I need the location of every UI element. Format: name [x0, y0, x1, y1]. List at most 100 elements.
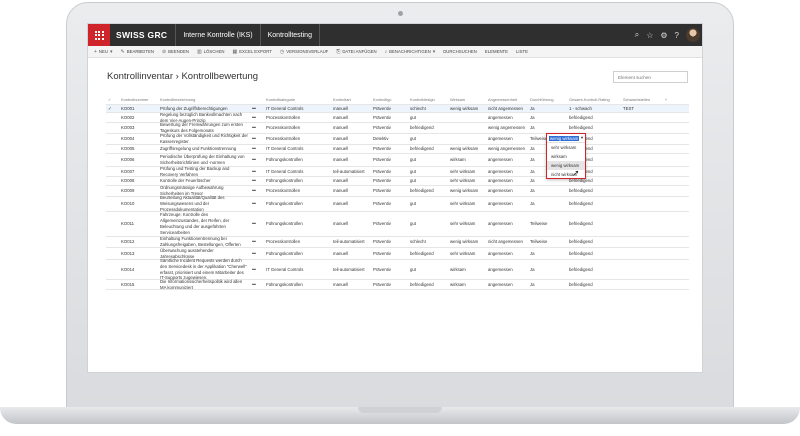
table-cell[interactable]: KO005	[119, 146, 158, 152]
column-header[interactable]: Kontrolltyp	[371, 97, 408, 102]
table-cell[interactable]: TEST	[621, 106, 661, 112]
table-cell[interactable]: gut	[408, 169, 448, 175]
table-cell[interactable]: Sämtliche Incident Requests werden durch…	[158, 258, 250, 281]
row-menu-icon[interactable]: •••	[250, 267, 264, 273]
table-cell[interactable]: schlecht	[408, 239, 448, 245]
column-header[interactable]: Durchführung	[528, 97, 567, 102]
table-cell[interactable]: sehr wirksam	[448, 221, 486, 227]
new-button[interactable]: + NEU ▾	[94, 49, 113, 55]
table-cell[interactable]: Prozesskontrollen	[264, 188, 331, 194]
row-select-checkbox[interactable]: ✓	[106, 106, 119, 112]
table-cell[interactable]: angemessen	[486, 169, 528, 175]
table-cell[interactable]: Beurteilung Aktualität/Qualität des Weis…	[158, 195, 250, 212]
table-cell[interactable]: Ja	[528, 115, 567, 121]
table-cell[interactable]: KO006	[119, 157, 158, 163]
table-cell[interactable]: Präventiv	[371, 251, 408, 257]
table-cell[interactable]: wenig wirksam	[448, 146, 486, 152]
table-cell[interactable]: manuell	[331, 188, 371, 194]
column-header[interactable]: Wirksam	[448, 97, 486, 102]
table-row[interactable]: KO010 Beurteilung Aktualität/Qualität des…	[106, 195, 689, 212]
table-cell[interactable]: Führungskontrollen	[264, 282, 331, 288]
column-header[interactable]: Schwachstellen	[621, 97, 661, 102]
table-cell[interactable]: KO004	[119, 136, 158, 142]
table-cell[interactable]: befriedigend	[567, 251, 621, 257]
table-cell[interactable]: befriedigend	[408, 125, 448, 131]
table-cell[interactable]: Ja	[528, 251, 567, 257]
row-menu-icon[interactable]: •••	[250, 188, 264, 194]
attach-file-button[interactable]: ⎘ DATEI ANFÜGEN	[336, 49, 376, 55]
table-cell[interactable]: befriedigend	[408, 146, 448, 152]
row-menu-icon[interactable]: •••	[250, 239, 264, 245]
table-cell[interactable]: befriedigend	[567, 221, 621, 227]
table-cell[interactable]: sehr wirksam	[448, 178, 486, 184]
chevron-down-icon[interactable]: ▾	[581, 135, 583, 141]
table-cell[interactable]: sehr wirksam	[448, 169, 486, 175]
table-cell[interactable]: Prozesskontrollen	[264, 136, 331, 142]
table-row[interactable]: KO005 Zugriffsregelung und Funktionstrenn…	[106, 145, 689, 154]
table-cell[interactable]: manuell	[331, 251, 371, 257]
table-cell[interactable]: nicht angemessen	[486, 106, 528, 112]
table-cell[interactable]: manuell	[331, 157, 371, 163]
table-cell[interactable]: Präventiv	[371, 106, 408, 112]
table-cell[interactable]: Präventiv	[371, 178, 408, 184]
table-cell[interactable]: wenig wirksam	[448, 239, 486, 245]
table-cell[interactable]: Detektiv	[371, 136, 408, 142]
table-cell[interactable]: gut	[408, 115, 448, 121]
table-cell[interactable]: KO008	[119, 178, 158, 184]
row-menu-icon[interactable]: •••	[250, 282, 264, 288]
edit-button[interactable]: ✎ BEARBEITEN	[121, 49, 154, 55]
table-cell[interactable]: gut	[408, 136, 448, 142]
table-cell[interactable]: befriedigend	[567, 201, 621, 207]
table-cell[interactable]: Ja	[528, 201, 567, 207]
table-cell[interactable]: manuell	[331, 106, 371, 112]
dropdown-option[interactable]: wirksam	[547, 152, 585, 161]
table-cell[interactable]: Teilweise	[528, 239, 567, 245]
table-cell[interactable]: teil-automatisiert	[331, 267, 371, 273]
table-row[interactable]: KO014 Sämtliche Incident Requests werden …	[106, 258, 689, 281]
search-input[interactable]	[613, 71, 688, 83]
row-menu-icon[interactable]: •••	[250, 178, 264, 184]
column-header[interactable]: Kontrollbezeichnung	[158, 97, 250, 102]
table-cell[interactable]: Ja	[528, 188, 567, 194]
row-menu-icon[interactable]: •••	[250, 251, 264, 257]
avatar[interactable]	[686, 28, 700, 42]
table-row[interactable]: KO011 Fahrzeuge: Kontrolle des Allgemeinz…	[106, 212, 689, 237]
column-header[interactable]: Kontrollnummer	[119, 97, 158, 102]
table-cell[interactable]: wirksam	[448, 157, 486, 163]
table-cell[interactable]: angemessen	[486, 115, 528, 121]
table-cell[interactable]: Die Informationssicherheitspolitik wird …	[158, 279, 250, 291]
table-cell[interactable]: manuell	[331, 125, 371, 131]
table-cell[interactable]: KO003	[119, 125, 158, 131]
table-cell[interactable]: angemessen	[486, 157, 528, 163]
table-cell[interactable]: KO007	[119, 169, 158, 175]
table-cell[interactable]: KO009	[119, 188, 158, 194]
list-button[interactable]: LISTE	[516, 49, 528, 54]
table-cell[interactable]: IT General Controls	[264, 169, 331, 175]
table-cell[interactable]: Ja	[528, 282, 567, 288]
table-cell[interactable]: manuell	[331, 146, 371, 152]
table-cell[interactable]: KO015	[119, 282, 158, 288]
table-cell[interactable]: gut	[408, 267, 448, 273]
table-cell[interactable]: Kontrolle der Feuerlöscher	[158, 178, 250, 184]
help-icon[interactable]: ?	[675, 31, 679, 40]
items-button[interactable]: ELEMENTE	[485, 49, 508, 54]
table-cell[interactable]: befriedigend	[567, 188, 621, 194]
table-cell[interactable]: wirksam	[448, 282, 486, 288]
browse-button[interactable]: DURCHSUCHEN	[443, 49, 477, 54]
table-cell[interactable]: sehr wirksam	[448, 251, 486, 257]
table-cell[interactable]: Periodische Überprüfung der Einhaltung v…	[158, 154, 250, 166]
table-cell[interactable]: IT General Controls	[264, 106, 331, 112]
column-header[interactable]: Kontrollkategorie	[264, 97, 331, 102]
table-cell[interactable]: Führungskontrollen	[264, 221, 331, 227]
table-row[interactable]: KO012 Einhaltung Funktionentrennung bei Z…	[106, 236, 689, 248]
table-cell[interactable]: wenig wirksam	[448, 106, 486, 112]
table-cell[interactable]: KO013	[119, 251, 158, 257]
table-cell[interactable]: 1 - schwach	[567, 106, 621, 112]
table-cell[interactable]: Präventiv	[371, 267, 408, 273]
table-cell[interactable]: Präventiv	[371, 221, 408, 227]
table-cell[interactable]: manuell	[331, 221, 371, 227]
row-menu-icon[interactable]: •••	[250, 106, 264, 112]
row-menu-icon[interactable]: •••	[250, 221, 264, 227]
table-cell[interactable]: IT General Controls	[264, 146, 331, 152]
app-launcher-icon[interactable]	[88, 24, 110, 46]
